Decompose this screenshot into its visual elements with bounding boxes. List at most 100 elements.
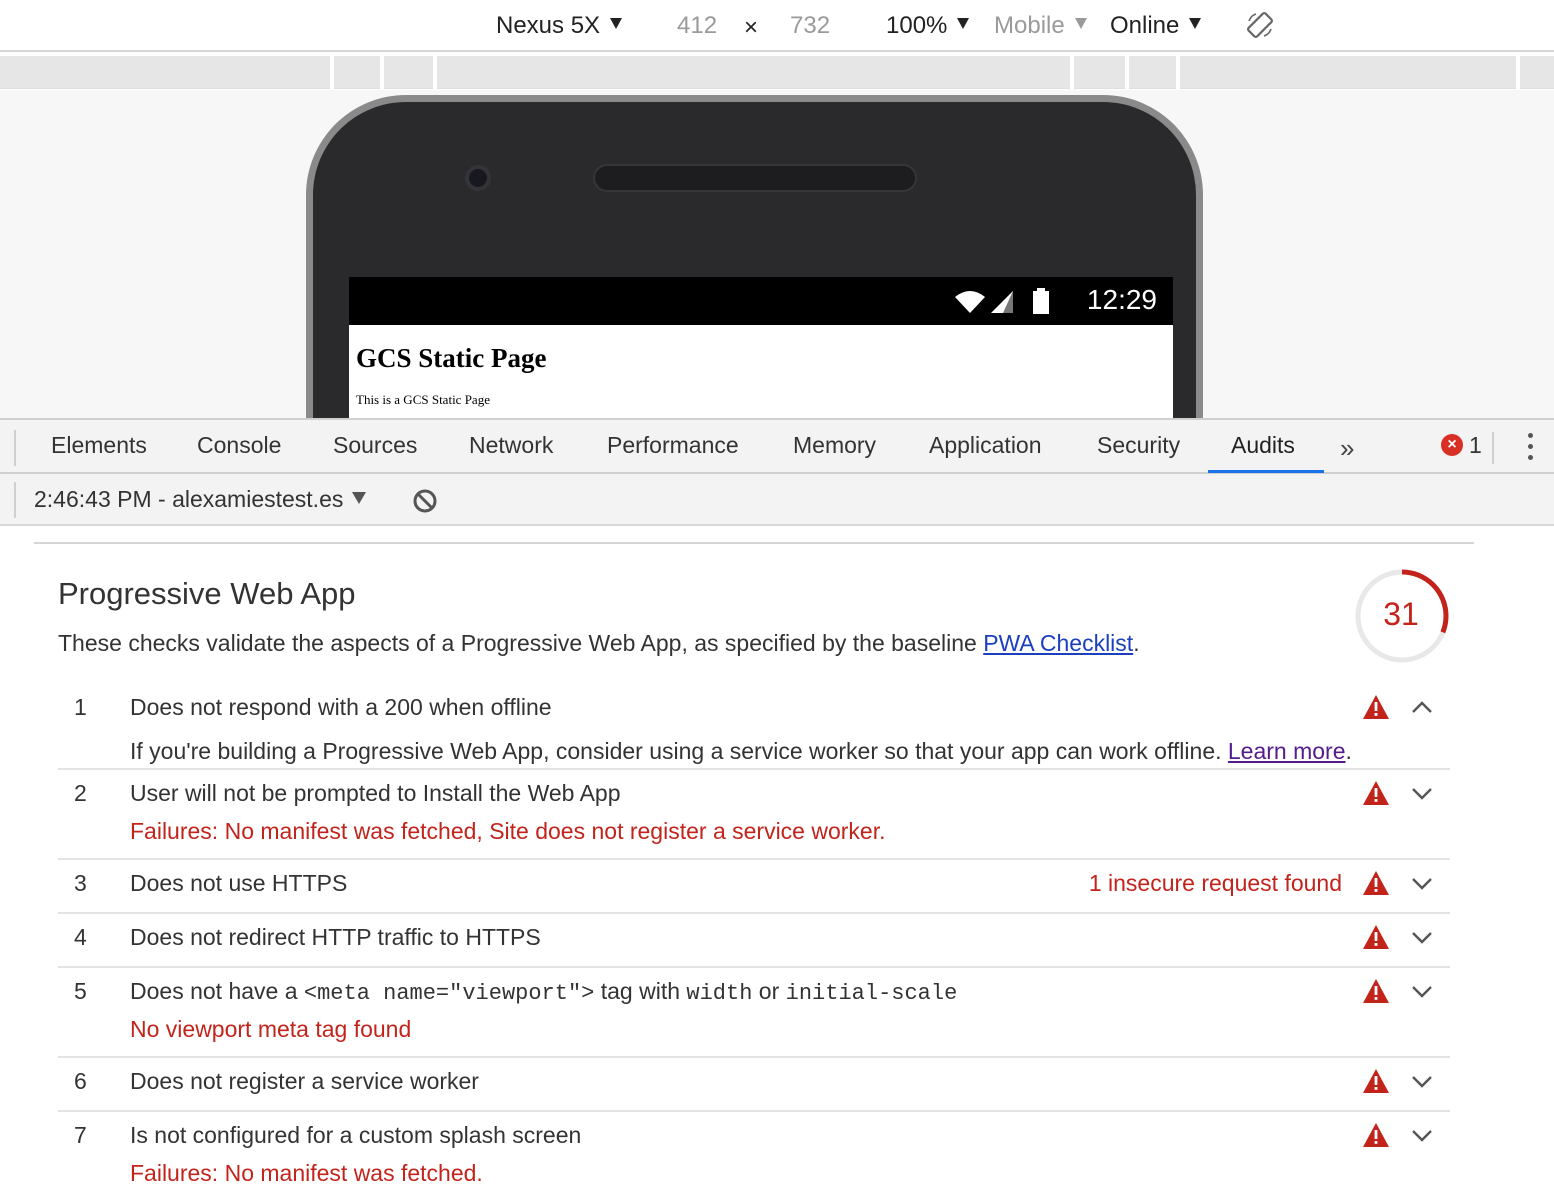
caret-down-icon [1074, 18, 1087, 29]
tab-sources[interactable]: Sources [333, 432, 417, 459]
warning-triangle-icon [1363, 1123, 1389, 1147]
warning-triangle-icon [1363, 925, 1389, 949]
media-query-ruler[interactable] [0, 56, 1554, 89]
device-viewport: 12:29 GCS Static Page This is a GCS Stat… [0, 90, 1554, 418]
audit-display-value: 1 insecure request found [1088, 870, 1342, 896]
category-description: These checks validate the aspects of a P… [58, 630, 1140, 657]
page-heading: GCS Static Page [356, 343, 547, 373]
error-count[interactable]: 1 [1469, 432, 1482, 459]
report-select[interactable]: 2:46:43 PM - alexamiestest.es [34, 486, 367, 513]
caret-down-icon [957, 18, 970, 29]
phone-screen[interactable]: 12:29 GCS Static Page This is a GCS Stat… [349, 277, 1173, 418]
chevron-up-icon[interactable] [1410, 696, 1434, 718]
audit-index: 1 [74, 694, 87, 720]
help-suffix: . [1345, 738, 1352, 764]
audit-title: User will not be prompted to Install the… [130, 780, 621, 806]
audit-title: Does not have a <meta name="viewport"> t… [130, 978, 957, 1006]
audit-title: Does not use HTTPS [130, 870, 348, 896]
pwa-checklist-link[interactable]: PWA Checklist [983, 630, 1133, 656]
ruler-divider [380, 56, 384, 89]
audit-title: Does not redirect HTTP traffic to HTTPS [130, 924, 541, 950]
mode-select[interactable]: Mobile [994, 11, 1087, 41]
title-code: <meta name="viewport"> [303, 981, 595, 1006]
wifi-icon [955, 291, 985, 313]
tab-performance[interactable]: Performance [607, 432, 739, 459]
audit-title: Does not respond with a 200 when offline [130, 694, 552, 720]
ruler-divider [1176, 56, 1180, 89]
title-text: Does not have a [130, 978, 304, 1004]
category-title: Progressive Web App [58, 576, 356, 611]
camera-icon [465, 165, 491, 191]
audit-failure: Failures: No manifest was fetched. [130, 1160, 483, 1186]
ruler-divider [330, 56, 334, 89]
chevron-down-icon[interactable] [1410, 782, 1434, 804]
tab-application[interactable]: Application [929, 432, 1042, 459]
rotate-device-icon[interactable] [1246, 11, 1274, 39]
audit-index: 2 [74, 780, 87, 806]
times-symbol: × [744, 14, 759, 41]
status-icons [955, 288, 1049, 314]
audit-item[interactable]: 5 Does not have a <meta name="viewport">… [58, 978, 1450, 1058]
audit-item[interactable]: 3 Does not use HTTPS 1 insecure request … [58, 870, 1450, 914]
phone-frame: 12:29 GCS Static Page This is a GCS Stat… [306, 95, 1203, 418]
caret-down-icon [610, 18, 623, 29]
network-select[interactable]: Online [1110, 11, 1202, 41]
audits-toolbar: 2:46:43 PM - alexamiestest.es [0, 474, 1554, 526]
ruler-divider [433, 56, 437, 89]
report-divider [34, 542, 1474, 544]
description-text: These checks validate the aspects of a P… [58, 630, 984, 656]
audit-item[interactable]: 2 User will not be prompted to Install t… [58, 780, 1450, 860]
audit-item[interactable]: 6 Does not register a service worker [58, 1068, 1450, 1112]
error-circle-icon[interactable]: × [1441, 434, 1463, 456]
android-status-bar: 12:29 [349, 277, 1173, 325]
audit-item[interactable]: 1 Does not respond with a 200 when offli… [58, 694, 1450, 770]
description-suffix: . [1133, 630, 1140, 656]
help-text: If you're building a Progressive Web App… [130, 738, 1228, 764]
warning-triangle-icon [1363, 1069, 1389, 1093]
ruler-divider [1070, 56, 1074, 89]
audit-index: 4 [74, 924, 87, 950]
zoom-select[interactable]: 100% [886, 11, 970, 41]
battery-icon [1033, 291, 1049, 314]
audit-index: 5 [74, 978, 87, 1004]
audit-index: 3 [74, 870, 87, 896]
width-input[interactable]: 412 [677, 11, 717, 41]
tab-elements[interactable]: Elements [51, 432, 147, 459]
tab-memory[interactable]: Memory [793, 432, 876, 459]
more-vert-icon[interactable] [1526, 433, 1534, 463]
chevron-down-icon[interactable] [1410, 1070, 1434, 1092]
toolbar-divider [14, 482, 16, 518]
chevron-down-icon[interactable] [1410, 980, 1434, 1002]
ruler-divider [1516, 56, 1520, 89]
speaker-grille [593, 164, 917, 192]
page-paragraph: This is a GCS Static Page [356, 392, 490, 407]
active-tab-indicator [1208, 470, 1324, 473]
device-select[interactable]: Nexus 5X [496, 11, 623, 41]
tab-console[interactable]: Console [197, 432, 281, 459]
warning-triangle-icon [1363, 871, 1389, 895]
tab-security[interactable]: Security [1097, 432, 1180, 459]
tab-audits[interactable]: Audits [1231, 432, 1295, 459]
title-code: initial-scale [785, 981, 958, 1006]
report-select-label: 2:46:43 PM - alexamiestest.es [34, 486, 344, 512]
audit-failure: Failures: No manifest was fetched, Site … [130, 818, 886, 844]
audit-index: 6 [74, 1068, 87, 1094]
learn-more-link[interactable]: Learn more [1228, 738, 1346, 764]
audit-index: 7 [74, 1122, 87, 1148]
tabbar-divider [14, 430, 16, 466]
chevron-down-icon[interactable] [1410, 1124, 1434, 1146]
audit-item[interactable]: 7 Is not configured for a custom splash … [58, 1122, 1450, 1186]
chevron-down-icon[interactable] [1410, 872, 1434, 894]
title-text: tag with [594, 978, 687, 1004]
audit-title: Is not configured for a custom splash sc… [130, 1122, 582, 1148]
tab-network[interactable]: Network [469, 432, 553, 459]
chevron-down-icon[interactable] [1410, 926, 1434, 948]
audit-item[interactable]: 4 Does not redirect HTTP traffic to HTTP… [58, 924, 1450, 968]
score-value: 31 [1383, 596, 1419, 632]
ruler-divider [1125, 56, 1129, 89]
warning-triangle-icon [1363, 979, 1389, 1003]
height-input[interactable]: 732 [790, 11, 830, 41]
more-tabs-icon[interactable]: » [1340, 433, 1354, 464]
block-clear-icon[interactable] [412, 488, 438, 514]
title-code: width [686, 981, 753, 1006]
